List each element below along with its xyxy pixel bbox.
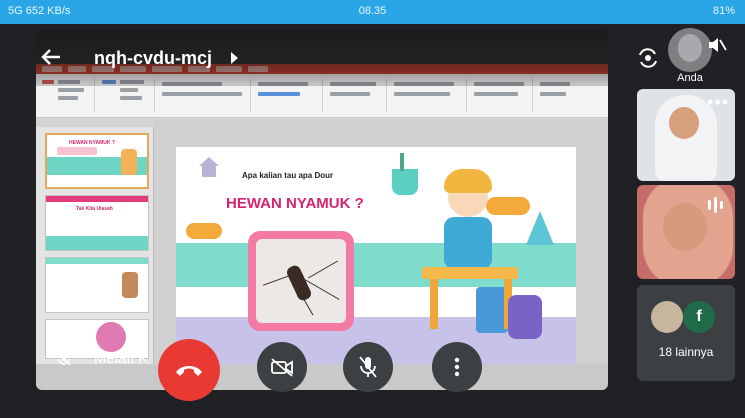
slide-thumbnail[interactable]: Tak Kita Ulasah [45, 195, 149, 251]
mic-off-icon [359, 356, 377, 378]
slide-thumbnails: HEWAN NYAMUK ? Tak Kita Ulasah [36, 119, 154, 364]
thumb-banner [57, 147, 97, 155]
more-horizontal-icon[interactable]: ••• [707, 93, 729, 111]
switch-camera-icon[interactable] [636, 46, 660, 70]
thumb-bar [46, 196, 148, 202]
battery-level: 81% [712, 5, 735, 17]
others-tile[interactable]: f 18 lainnya [637, 285, 735, 381]
clock: 08.35 [358, 5, 387, 17]
house-icon [199, 157, 219, 177]
ribbon-item [120, 96, 142, 100]
cloud-decoration [186, 223, 222, 239]
mosquito-image [256, 239, 346, 323]
thumb-illustration [121, 149, 137, 175]
thumbnails-header [36, 119, 154, 127]
slide-thumbnail[interactable]: HEWAN NYAMUK ? [45, 133, 149, 189]
back-arrow-icon[interactable] [40, 46, 64, 70]
mosquito-leg [308, 260, 338, 279]
desk-illustration [422, 267, 518, 279]
ribbon-item [394, 92, 450, 96]
shared-screen: HEWAN NYAMUK ? Tak Kita Ulasah Apa kalia… [36, 64, 608, 390]
slide-teal-band [176, 243, 576, 287]
meeting-code[interactable]: nqh-cvdu-mcj [94, 48, 212, 69]
meeting-top-bar: nqh-cvdu-mcj [36, 30, 608, 86]
ribbon-item [258, 92, 300, 96]
participant-face [669, 107, 699, 139]
status-bar: 5G 652 KB/s 08.35 81% [0, 0, 745, 24]
phone-hangup-icon [176, 366, 202, 376]
thumb-illustration [122, 272, 138, 298]
desk-leg [430, 279, 438, 329]
self-tile-label: Anda [677, 72, 703, 84]
meet-call-screen: 5G 652 KB/s 08.35 81% HEWAN NYAMUK ? Tak… [0, 0, 745, 418]
participant-face [663, 203, 707, 251]
self-name-overlay: Melati K [94, 350, 149, 367]
mosquito-photo-frame [248, 231, 354, 331]
camera-toggle-button[interactable] [257, 342, 307, 392]
current-slide: Apa kalian tau apa Dour HEWAN NYAMUK ? [176, 147, 576, 364]
participant-tile[interactable] [637, 185, 735, 279]
plant-pot-decoration [392, 153, 418, 195]
participant-tile[interactable]: ••• [637, 89, 735, 181]
thumb-strip [46, 236, 148, 250]
self-avatar-silhouette [678, 34, 702, 62]
thumb-illustration [96, 322, 126, 352]
presentation-stage[interactable]: HEWAN NYAMUK ? Tak Kita Ulasah Apa kalia… [36, 30, 608, 390]
end-call-button[interactable] [158, 339, 220, 401]
slide-title: HEWAN NYAMUK ? [226, 195, 364, 212]
speaker-muted-icon[interactable] [706, 34, 728, 56]
backpack-illustration [508, 295, 542, 339]
ribbon-item [58, 88, 84, 92]
slide-canvas: Apa kalian tau apa Dour HEWAN NYAMUK ? [154, 119, 608, 364]
ribbon-item [58, 96, 78, 100]
thumb-title: Tak Kita Ulasah [76, 206, 113, 212]
ribbon-item [474, 92, 518, 96]
thumb-title: HEWAN NYAMUK ? [69, 140, 115, 146]
audio-level-icon [705, 195, 725, 215]
more-vertical-icon [454, 357, 460, 377]
avatar: f [683, 301, 715, 333]
chevron-right-icon[interactable] [231, 52, 238, 64]
ribbon-item [162, 92, 242, 96]
app-status-bar [36, 364, 608, 390]
avatar [651, 301, 683, 333]
others-count-label: 18 lainnya [658, 345, 714, 359]
ribbon-item [120, 88, 138, 92]
ribbon-item [330, 92, 370, 96]
cloud-decoration [486, 197, 530, 215]
mic-toggle-button[interactable] [343, 342, 393, 392]
more-options-button[interactable] [432, 342, 482, 392]
camera-off-icon [271, 358, 293, 377]
child-illustration-body [444, 217, 492, 269]
slide-subtitle: Apa kalian tau apa Dour [242, 171, 334, 180]
triangle-ruler-decoration [526, 211, 554, 245]
slide-thumbnail[interactable] [45, 257, 149, 313]
thumb-bar [46, 258, 148, 264]
ribbon-item [540, 92, 566, 96]
mic-off-icon [56, 351, 72, 367]
child-illustration-hair [444, 169, 492, 193]
